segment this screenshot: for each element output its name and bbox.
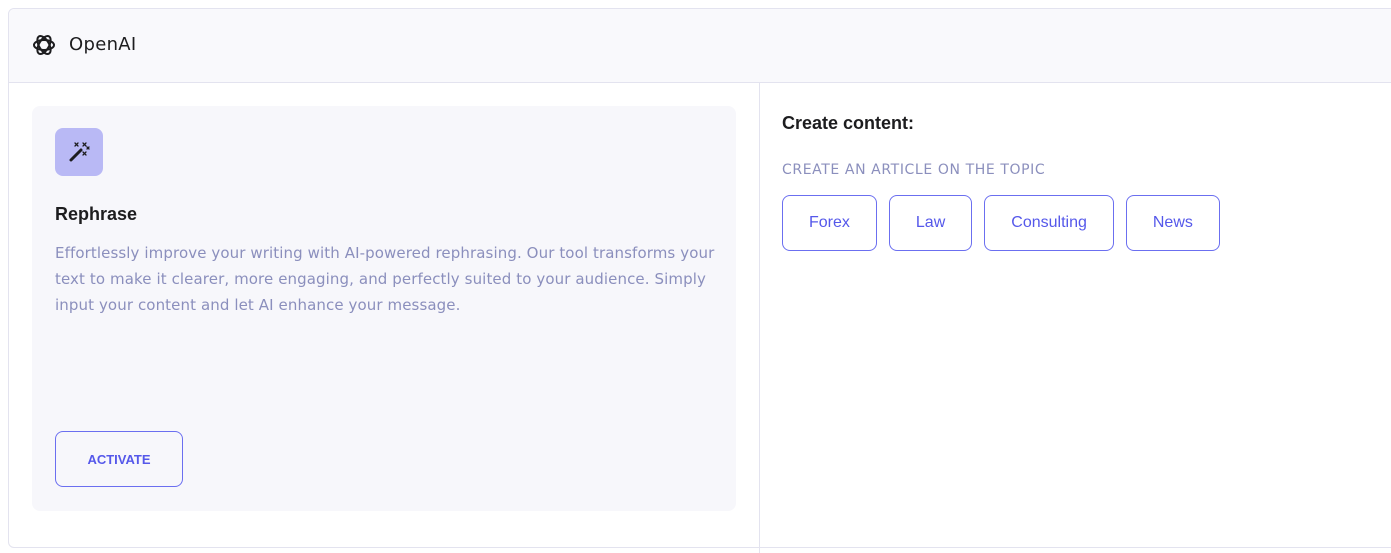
topic-button-news[interactable]: News bbox=[1125, 195, 1220, 251]
section-subtitle: CREATE AN ARTICLE ON THE TOPIC bbox=[782, 162, 1046, 178]
section-title: Create content: bbox=[782, 113, 915, 133]
topic-buttons: Forex Law Consulting News bbox=[782, 195, 1220, 251]
brand-name: OpenAI bbox=[69, 34, 137, 55]
card-title: Rephrase bbox=[55, 204, 138, 224]
openai-logo-icon bbox=[31, 32, 57, 58]
panel-header: OpenAI bbox=[9, 9, 1391, 83]
topic-button-forex[interactable]: Forex bbox=[782, 195, 877, 251]
topic-button-consulting[interactable]: Consulting bbox=[984, 195, 1114, 251]
openai-panel: OpenAI Rephrase Effortlessly improve you… bbox=[8, 8, 1391, 553]
card-description: Effortlessly improve your writing with A… bbox=[55, 244, 715, 314]
rephrase-card: Rephrase Effortlessly improve your writi… bbox=[32, 106, 736, 511]
tools-column: Rephrase Effortlessly improve your writi… bbox=[9, 83, 760, 553]
topic-button-law[interactable]: Law bbox=[888, 195, 973, 251]
create-content-column: Create content: CREATE AN ARTICLE ON THE… bbox=[760, 83, 1391, 553]
magic-wand-icon bbox=[55, 128, 103, 176]
activate-button[interactable]: ACTIVATE bbox=[55, 431, 183, 487]
